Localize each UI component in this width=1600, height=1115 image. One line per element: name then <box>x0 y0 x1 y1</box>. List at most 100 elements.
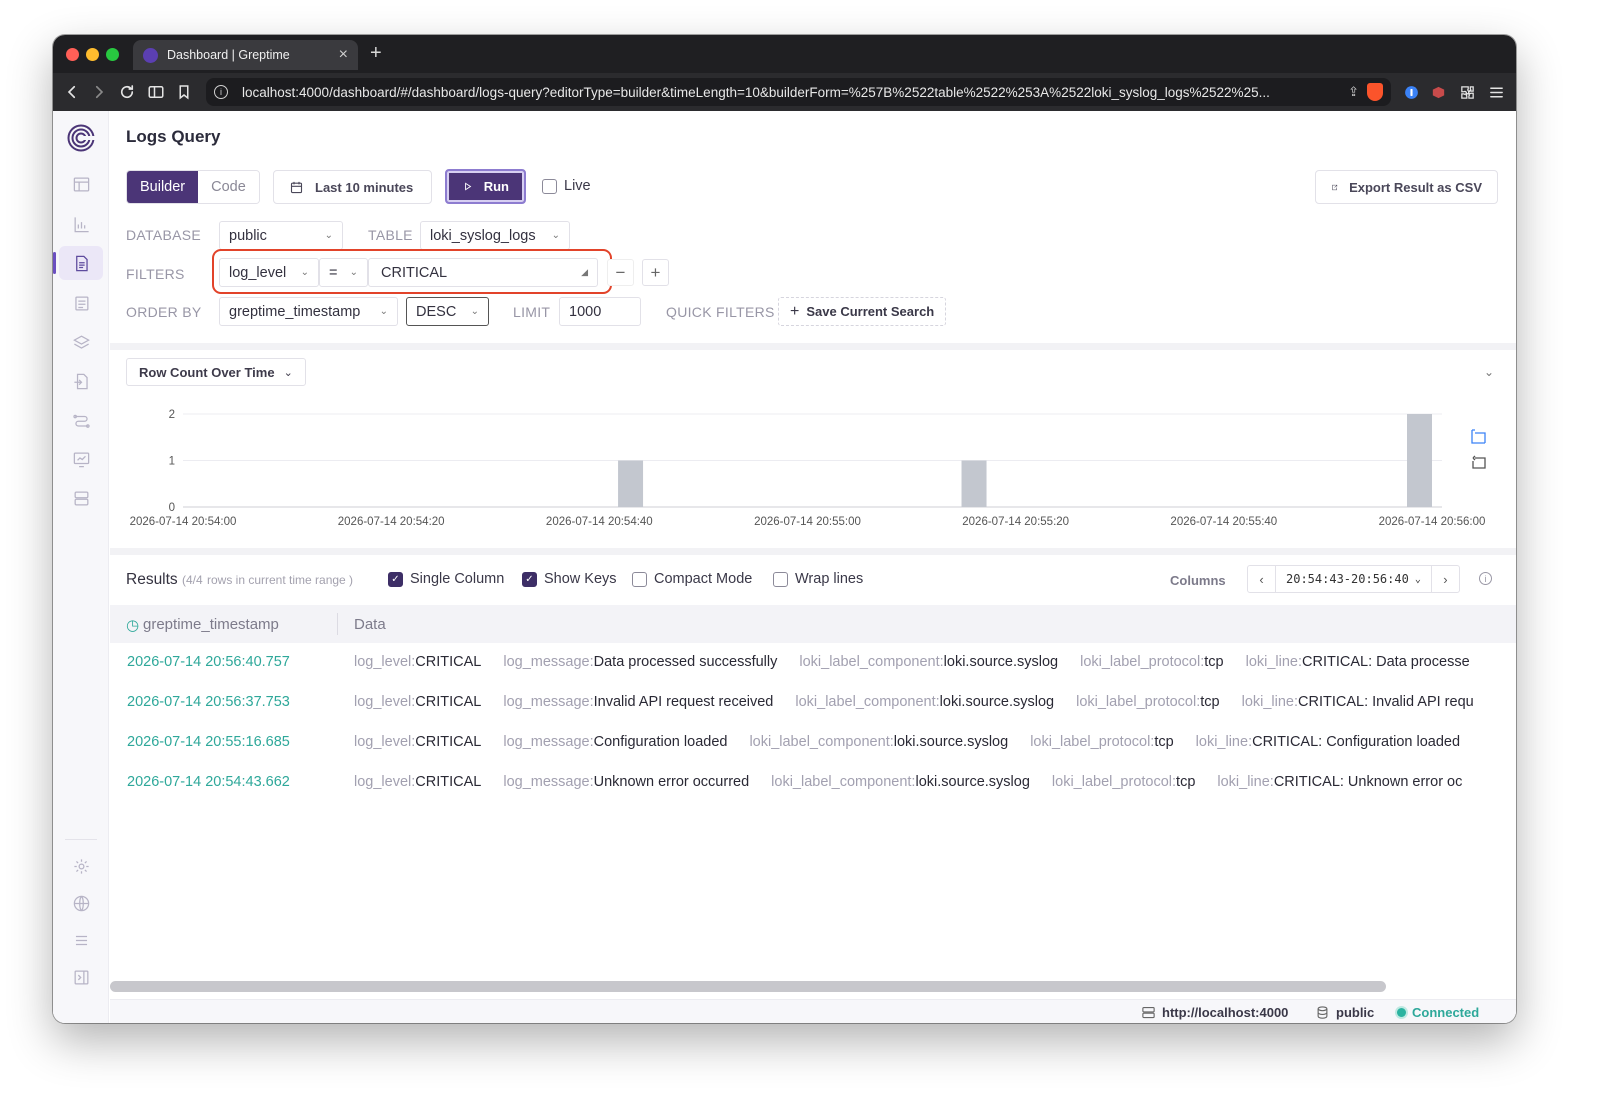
key-value-pair[interactable]: log_level:CRITICAL <box>354 694 481 710</box>
sidebar-item-settings[interactable] <box>59 849 103 883</box>
browser-tab[interactable]: Dashboard | Greptime × <box>133 40 358 70</box>
filter-value-input[interactable]: CRITICAL ◢ <box>368 258 598 287</box>
status-database[interactable]: public <box>1315 1005 1374 1020</box>
sidebar-item-monitor[interactable] <box>59 442 103 476</box>
key-value-pair[interactable]: loki_line:CRITICAL: Invalid API requ <box>1242 694 1474 710</box>
add-filter-button[interactable]: + <box>642 259 669 286</box>
columns-button[interactable]: Columns <box>1170 573 1226 588</box>
new-tab-button[interactable]: + <box>370 43 382 63</box>
single-column-option[interactable]: ✓ Single Column <box>388 571 504 587</box>
extension-icon[interactable] <box>1429 83 1447 101</box>
table-row[interactable]: 2026-07-14 20:56:37.753 log_level:CRITICA… <box>110 683 1516 723</box>
key-value-pair[interactable]: loki_line:CRITICAL: Data processe <box>1246 654 1470 670</box>
next-page-icon[interactable]: › <box>1432 566 1459 592</box>
key-value-pair[interactable]: loki_label_protocol:tcp <box>1076 694 1219 710</box>
sidebar-toggle-icon[interactable] <box>145 81 167 103</box>
prev-page-icon[interactable]: ‹ <box>1248 566 1275 592</box>
show-keys-option[interactable]: ✓ Show Keys <box>522 571 617 587</box>
site-info-icon[interactable]: i <box>214 85 228 99</box>
table-row[interactable]: 2026-07-14 20:55:16.685 log_level:CRITICA… <box>110 723 1516 763</box>
time-range-select[interactable]: 20:54:43-20:56:40 ⌄ <box>1275 566 1432 592</box>
share-icon[interactable]: ⇪ <box>1348 84 1359 100</box>
sidebar-item-ingest[interactable] <box>59 364 103 398</box>
key-value-pair[interactable]: loki_label_component:loki.source.syslog <box>795 694 1054 710</box>
sidebar-item-language[interactable] <box>59 886 103 920</box>
chart-tool-select-icon[interactable] <box>1471 429 1486 444</box>
greptime-logo-icon[interactable] <box>67 124 95 152</box>
table-row[interactable]: 2026-07-14 20:56:40.757 log_level:CRITICA… <box>110 643 1516 683</box>
export-csv-button[interactable]: Export Result as CSV <box>1315 170 1498 204</box>
key-value-pair[interactable]: loki_label_protocol:tcp <box>1030 734 1173 750</box>
column-divider[interactable] <box>337 613 338 635</box>
timestamp-cell[interactable]: 2026-07-14 20:55:16.685 <box>127 734 290 750</box>
compact-mode-option[interactable]: Compact Mode <box>632 571 752 587</box>
key-value-pair[interactable]: loki_label_component:loki.source.syslog <box>749 734 1008 750</box>
table-row[interactable]: 2026-07-14 20:54:43.662 log_level:CRITICA… <box>110 763 1516 803</box>
code-mode-button[interactable]: Code <box>198 171 259 203</box>
data-column-header[interactable]: Data <box>354 616 386 633</box>
key-value-pair[interactable]: log_level:CRITICAL <box>354 734 481 750</box>
key-value-pair[interactable]: loki_line:CRITICAL: Unknown error oc <box>1217 774 1462 790</box>
key-value-pair[interactable]: loki_label_protocol:tcp <box>1052 774 1195 790</box>
key-value-pair[interactable]: log_level:CRITICAL <box>354 654 481 670</box>
back-icon[interactable] <box>61 81 83 103</box>
data-cell[interactable]: log_level:CRITICAL log_message:Data proce… <box>354 654 1492 670</box>
reload-icon[interactable] <box>116 81 138 103</box>
brave-shields-icon[interactable] <box>1367 83 1383 101</box>
wrap-lines-checkbox[interactable] <box>773 571 788 587</box>
sidebar-item-tables[interactable] <box>59 167 103 201</box>
show-keys-checkbox[interactable]: ✓ <box>522 571 537 587</box>
chart-tool-reset-icon[interactable] <box>1472 455 1486 469</box>
maximize-window-button[interactable] <box>106 48 119 61</box>
timestamp-column-header[interactable]: greptime_timestamp <box>143 616 279 633</box>
key-value-pair[interactable]: log_level:CRITICAL <box>354 774 481 790</box>
filter-operator-select[interactable]: = ⌄ <box>319 258 368 287</box>
resize-handle-icon[interactable]: ◢ <box>573 267 588 278</box>
time-range-button[interactable]: Last 10 minutes <box>273 170 432 204</box>
sidebar-item-charts[interactable] <box>59 207 103 241</box>
bookmark-icon[interactable] <box>173 81 195 103</box>
tab-close-icon[interactable]: × <box>339 47 348 63</box>
live-toggle[interactable]: Live <box>542 178 591 194</box>
info-icon[interactable]: i <box>1479 572 1492 585</box>
browser-menu-icon[interactable] <box>1487 83 1505 101</box>
filter-field-select[interactable]: log_level ⌄ <box>219 258 319 287</box>
key-value-pair[interactable]: log_message:Configuration loaded <box>503 734 727 750</box>
order-field-select[interactable]: greptime_timestamp ⌄ <box>219 297 398 326</box>
collapse-chart-icon[interactable]: ⌄ <box>1484 365 1494 379</box>
data-cell[interactable]: log_level:CRITICAL log_message:Configurat… <box>354 734 1482 750</box>
sidebar-item-collapse[interactable] <box>59 960 103 994</box>
limit-input[interactable]: 1000 <box>559 297 641 326</box>
minimize-window-button[interactable] <box>86 48 99 61</box>
data-cell[interactable]: log_level:CRITICAL log_message:Invalid AP… <box>354 694 1496 710</box>
chart-bar[interactable] <box>1407 414 1432 507</box>
key-value-pair[interactable]: loki_line:CRITICAL: Configuration loaded <box>1196 734 1460 750</box>
key-value-pair[interactable]: log_message:Invalid API request received <box>503 694 773 710</box>
timestamp-cell[interactable]: 2026-07-14 20:56:40.757 <box>127 654 290 670</box>
compact-mode-checkbox[interactable] <box>632 571 647 587</box>
timestamp-cell[interactable]: 2026-07-14 20:56:37.753 <box>127 694 290 710</box>
key-value-pair[interactable]: loki_label_component:loki.source.syslog <box>799 654 1058 670</box>
sidebar-item-storage[interactable] <box>59 481 103 515</box>
remove-filter-button[interactable]: − <box>607 259 634 286</box>
sidebar-item-pipelines[interactable] <box>59 403 103 437</box>
timestamp-cell[interactable]: 2026-07-14 20:54:43.662 <box>127 774 290 790</box>
forward-icon[interactable] <box>88 81 110 103</box>
database-select[interactable]: public ⌄ <box>219 221 343 250</box>
extensions-puzzle-icon[interactable] <box>1458 83 1476 101</box>
chart-bar[interactable] <box>961 460 987 508</box>
sidebar-item-layers[interactable] <box>59 325 103 359</box>
single-column-checkbox[interactable]: ✓ <box>388 571 403 587</box>
address-bar[interactable]: i localhost:4000/dashboard/#/dashboard/l… <box>206 78 1391 106</box>
chart-type-select[interactable]: Row Count Over Time ⌄ <box>126 358 306 386</box>
table-select[interactable]: loki_syslog_logs ⌄ <box>420 221 570 250</box>
key-value-pair[interactable]: log_message:Data processed successfully <box>503 654 777 670</box>
sidebar-item-log-view[interactable] <box>59 286 103 320</box>
save-current-search-button[interactable]: + Save Current Search <box>778 297 947 326</box>
horizontal-scrollbar[interactable] <box>110 981 1386 992</box>
status-host[interactable]: http://localhost:4000 <box>1141 1005 1288 1020</box>
sidebar-item-menu[interactable] <box>59 923 103 957</box>
chart-bar[interactable] <box>618 460 644 508</box>
sidebar-item-logs-query[interactable] <box>53 246 103 280</box>
run-button[interactable]: Run <box>445 169 526 204</box>
